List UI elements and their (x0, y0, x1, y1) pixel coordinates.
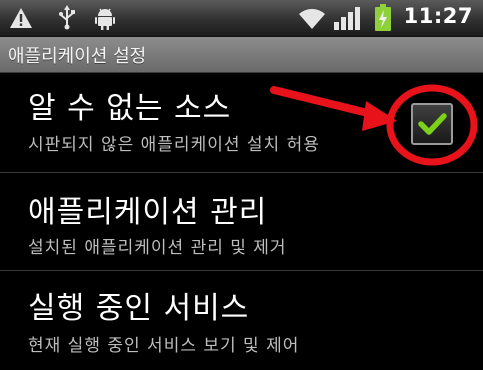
setting-title: 알 수 없는 소스 (28, 91, 232, 126)
android-debug-icon (95, 8, 115, 30)
unknown-sources-checkbox[interactable] (411, 103, 453, 145)
setting-title: 실행 중인 서비스 (28, 291, 250, 326)
setting-summary: 설치된 애플리케이션 관리 및 제거 (28, 238, 287, 258)
page-title: 애플리케이션 설정 (8, 46, 147, 67)
checkmark-icon (418, 113, 447, 135)
setting-running-services[interactable]: 실행 중인 서비스 현재 실행 중인 서비스 보기 및 제어 (0, 271, 483, 368)
battery-charging-icon (375, 4, 391, 31)
title-bar: 애플리케이션 설정 (0, 37, 483, 73)
setting-summary: 현재 실행 중인 서비스 보기 및 제어 (28, 336, 300, 356)
warning-icon (10, 8, 32, 28)
wifi-icon (299, 8, 325, 29)
status-bar: 11:27 (0, 0, 483, 37)
signal-icon (334, 7, 360, 30)
usb-icon (59, 5, 75, 30)
status-clock: 11:27 (403, 4, 473, 28)
setting-summary: 시판되지 않은 애플리케이션 설치 허용 (28, 135, 320, 155)
setting-title: 애플리케이션 관리 (28, 195, 268, 230)
setting-manage-applications[interactable]: 애플리케이션 관리 설치된 애플리케이션 관리 및 제거 (0, 173, 483, 270)
